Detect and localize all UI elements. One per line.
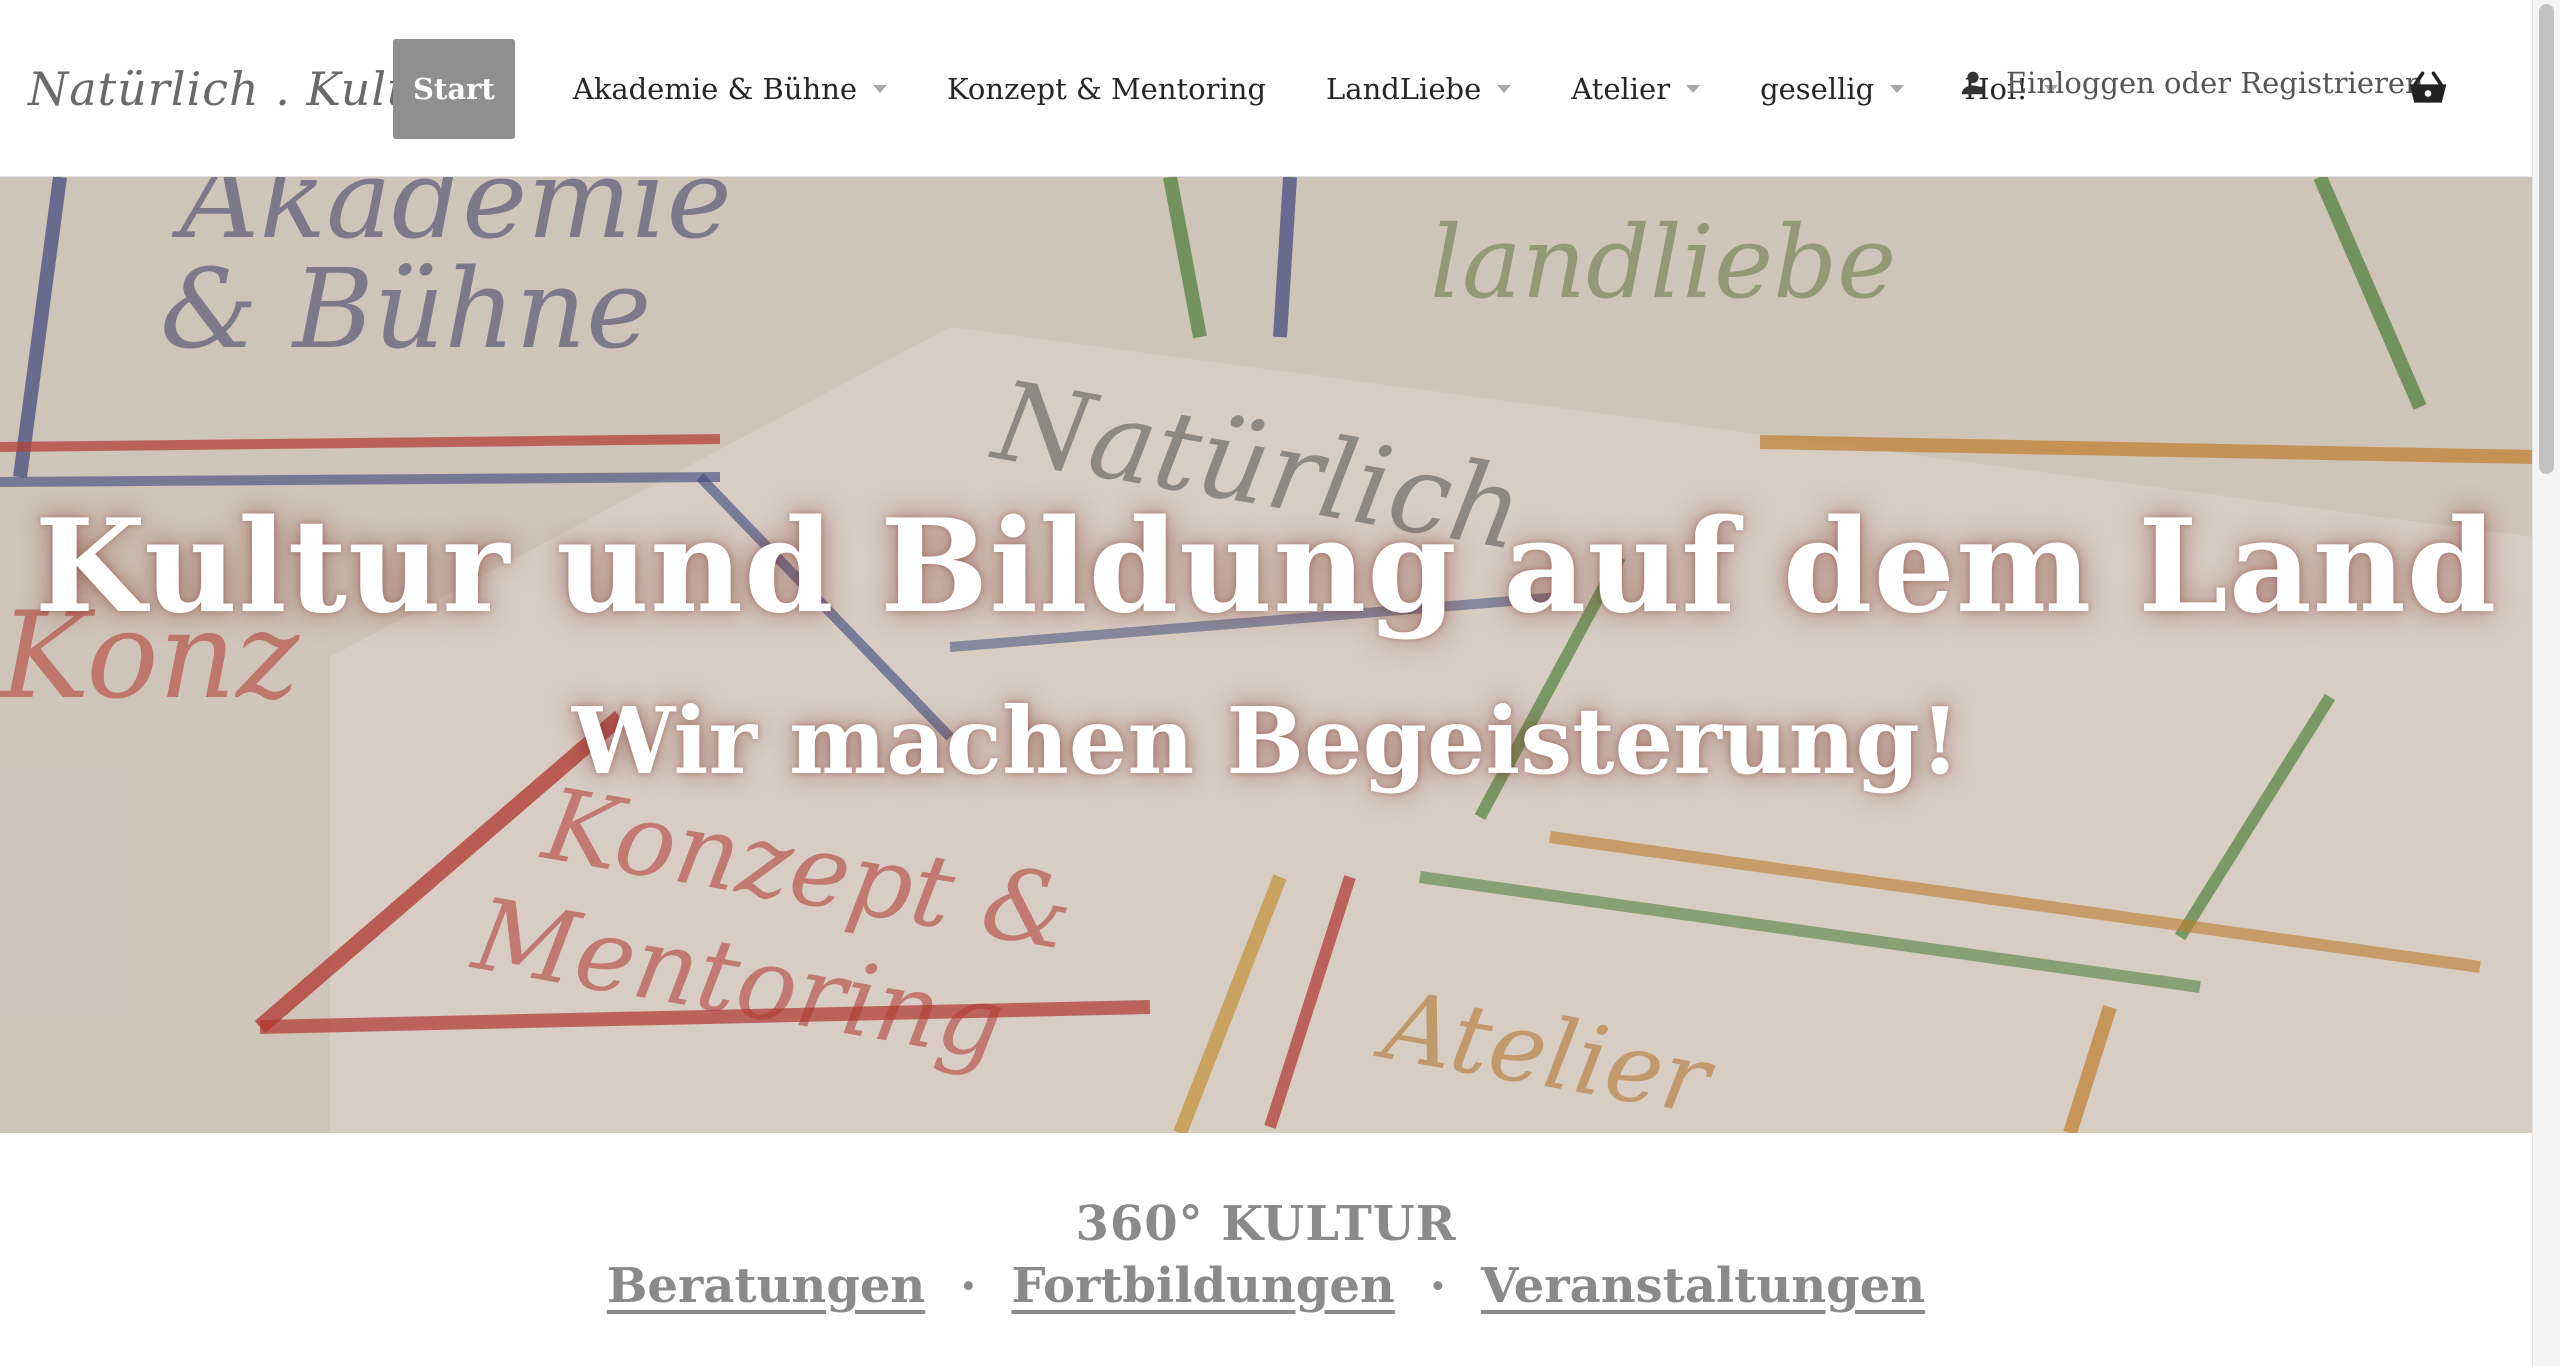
person-icon bbox=[1961, 71, 1985, 95]
nav-item-landliebe[interactable]: LandLiebe bbox=[1326, 39, 1512, 139]
link-separator: · bbox=[960, 1258, 977, 1314]
chevron-down-icon bbox=[1497, 85, 1512, 93]
nav-item-atelier[interactable]: Atelier bbox=[1571, 39, 1701, 139]
link-beratungen[interactable]: Beratungen bbox=[607, 1258, 925, 1314]
chevron-down-icon bbox=[873, 85, 888, 93]
nav-item-label: Akademie & Bühne bbox=[572, 72, 858, 106]
link-fortbildungen[interactable]: Fortbildungen bbox=[1011, 1258, 1394, 1314]
site-header: Natürlich . Kultur. Start Akademie & Büh… bbox=[0, 0, 2532, 177]
login-label: Einloggen oder Registrieren bbox=[2006, 66, 2424, 100]
chevron-down-icon bbox=[1686, 85, 1701, 93]
link-veranstaltungen[interactable]: Veranstaltungen bbox=[1481, 1258, 1925, 1314]
scrollbar-thumb[interactable] bbox=[2539, 4, 2554, 474]
nav-item-gesellig[interactable]: gesellig bbox=[1760, 39, 1905, 139]
link-separator: · bbox=[1429, 1258, 1447, 1314]
hero-subtitle: Wir machen Begeisterung! bbox=[571, 687, 1961, 795]
nav-item-label: LandLiebe bbox=[1326, 72, 1482, 106]
service-links: Beratungen · Fortbildungen · Veranstaltu… bbox=[0, 1258, 2532, 1314]
hero-title: Kultur und Bildung auf dem Land bbox=[34, 492, 2498, 642]
shopping-basket-button[interactable] bbox=[2406, 66, 2450, 114]
main-navigation: Start Akademie & Bühne Konzept & Mentori… bbox=[393, 39, 2058, 139]
chevron-down-icon bbox=[1890, 85, 1905, 93]
hero-banner: Akademie & Bühne landliebe Konz Natürlic… bbox=[0, 177, 2532, 1133]
nav-item-label: Start bbox=[413, 72, 495, 106]
section-heading: 360° KULTUR bbox=[1075, 1196, 1457, 1252]
login-register-link[interactable]: Einloggen oder Registrieren bbox=[1958, 66, 2424, 100]
nav-item-akademie-buehne[interactable]: Akademie & Bühne bbox=[572, 39, 888, 139]
basket-icon bbox=[2409, 71, 2447, 103]
nav-item-label: Konzept & Mentoring bbox=[947, 72, 1267, 106]
nav-item-label: gesellig bbox=[1760, 72, 1875, 106]
nav-item-label: Atelier bbox=[1571, 72, 1671, 106]
page-scrollbar[interactable] bbox=[2532, 0, 2560, 1366]
nav-item-konzept-mentoring[interactable]: Konzept & Mentoring bbox=[947, 39, 1266, 139]
nav-item-start[interactable]: Start bbox=[393, 39, 515, 139]
